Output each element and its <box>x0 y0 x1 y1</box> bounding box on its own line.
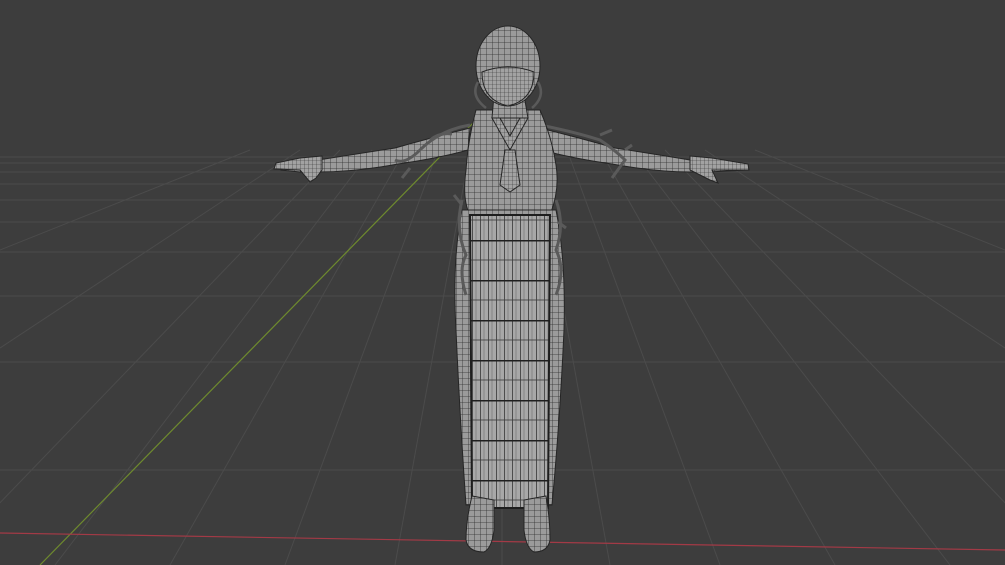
y-axis-line <box>39 117 479 565</box>
tube-panel <box>468 214 552 509</box>
face-mask <box>481 66 535 107</box>
character-mesh[interactable] <box>273 25 750 553</box>
3d-viewport[interactable] <box>0 0 1005 565</box>
left-hand <box>273 155 323 183</box>
right-boot <box>523 495 551 553</box>
left-boot <box>465 495 495 553</box>
viewport-canvas[interactable] <box>0 0 1005 565</box>
right-hand <box>689 155 750 184</box>
